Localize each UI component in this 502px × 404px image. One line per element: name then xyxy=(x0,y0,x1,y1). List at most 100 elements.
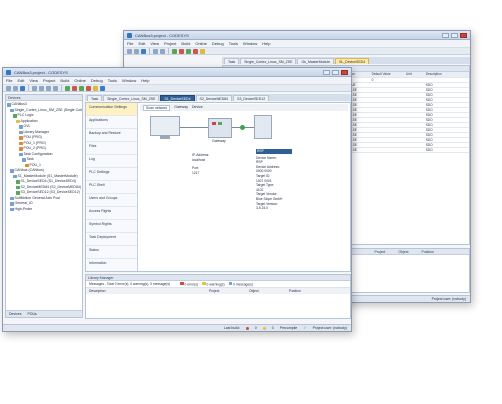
device-editor-sidebar-item[interactable]: Task Deployment xyxy=(86,233,137,246)
close-icon[interactable] xyxy=(460,32,467,38)
menu-project[interactable]: Project xyxy=(43,78,55,83)
tab-pous[interactable]: POUs xyxy=(27,311,36,317)
tree-node-icon xyxy=(19,141,23,145)
back-messages-col-position[interactable]: Position xyxy=(422,250,434,254)
device-editor-sidebar-item[interactable]: Users and Groups xyxy=(86,194,137,207)
menu-debug[interactable]: Debug xyxy=(212,41,224,46)
stop-icon[interactable] xyxy=(193,48,198,54)
save-icon[interactable] xyxy=(141,48,146,54)
device-editor-sidebar-item[interactable]: Information xyxy=(86,259,137,271)
device-editor-sidebar-item[interactable]: Log xyxy=(86,155,137,168)
login-icon[interactable] xyxy=(172,48,177,54)
new-icon[interactable] xyxy=(127,48,132,54)
build-icon[interactable] xyxy=(93,85,98,91)
device-editor-sidebar-item[interactable]: Status xyxy=(86,246,137,259)
tab-single-cortex[interactable]: Single_Cortex_Linux_SM_ZSE xyxy=(103,95,160,101)
logout-icon[interactable] xyxy=(179,48,184,54)
menu-tools[interactable]: Tools xyxy=(229,41,238,46)
message-filter-toggle[interactable]: 0 message(s) xyxy=(228,281,254,287)
menu-online[interactable]: Online xyxy=(195,41,207,46)
menu-file[interactable]: File xyxy=(127,41,133,46)
menu-build[interactable]: Build xyxy=(60,78,69,83)
tab-device-med84[interactable]: S2_DeviceMED84 xyxy=(195,95,233,101)
menu-edit[interactable]: Edit xyxy=(138,41,145,46)
tab-single-cortex[interactable]: Single_Cortex_Linux_SM_ZSE xyxy=(240,58,297,64)
menu-build[interactable]: Build xyxy=(181,41,190,46)
maximize-icon[interactable] xyxy=(451,32,458,38)
tree-node-icon xyxy=(16,191,20,195)
menu-tools[interactable]: Tools xyxy=(108,78,117,83)
gateway-menu[interactable]: Gateway xyxy=(174,104,188,111)
device-editor-sidebar-item[interactable]: Applications xyxy=(86,116,137,129)
table-cell xyxy=(405,147,425,153)
login-icon[interactable] xyxy=(65,85,70,91)
run-icon[interactable] xyxy=(186,48,191,54)
device-editor-sidebar-item[interactable]: Files xyxy=(86,142,137,155)
tab-task[interactable]: Task xyxy=(224,58,240,64)
device-menu[interactable]: Device xyxy=(192,104,203,111)
redo-icon[interactable] xyxy=(160,48,165,54)
menu-view[interactable]: View xyxy=(29,78,38,83)
maximize-icon[interactable] xyxy=(332,69,339,75)
device-editor-sidebar-item[interactable]: Communication Settings xyxy=(86,103,137,116)
copy-icon[interactable] xyxy=(53,85,58,91)
menu-file[interactable]: File xyxy=(6,78,12,83)
message-count: 0 message(s) xyxy=(233,282,254,287)
device-editor-sidebar-item[interactable]: PLC Settings xyxy=(86,168,137,181)
open-icon[interactable] xyxy=(134,48,139,54)
messages-col-object[interactable]: Object xyxy=(249,288,289,294)
warning-filter-toggle[interactable]: 0 warning(s) xyxy=(202,281,225,286)
new-icon[interactable] xyxy=(6,85,11,91)
device-editor-sidebar-item[interactable]: Symbol Rights xyxy=(86,220,137,233)
back-messages-col-project[interactable]: Project xyxy=(375,250,386,254)
error-filter-toggle[interactable]: 0 error(s) xyxy=(180,281,198,286)
device-editor-sidebar-item[interactable]: Access Rights xyxy=(86,207,137,220)
logout-icon[interactable] xyxy=(72,85,77,91)
tab-device-sed12[interactable]: S3_DeviceSED12 xyxy=(233,95,270,101)
undo-icon[interactable] xyxy=(32,85,37,91)
messages-col-project[interactable]: Project xyxy=(209,288,249,294)
open-icon[interactable] xyxy=(13,85,18,91)
tree-node-icon xyxy=(10,196,14,200)
menu-debug[interactable]: Debug xyxy=(91,78,103,83)
stop-icon[interactable] xyxy=(86,85,91,91)
device-name-value-box[interactable]: RSP xyxy=(256,149,292,154)
menu-window[interactable]: Window xyxy=(243,41,257,46)
menu-edit[interactable]: Edit xyxy=(17,78,24,83)
menu-window[interactable]: Window xyxy=(122,78,136,83)
tab-device-sed4[interactable]: SL_DeviceSED4 xyxy=(335,58,370,64)
messages-col-position[interactable]: Position xyxy=(289,288,301,294)
menu-view[interactable]: View xyxy=(150,41,159,46)
save-icon[interactable] xyxy=(20,85,25,91)
tab-devices[interactable]: Devices xyxy=(9,311,21,317)
menu-help[interactable]: Help xyxy=(262,41,270,46)
tab-task[interactable]: Task xyxy=(87,95,103,101)
run-icon[interactable] xyxy=(79,85,84,91)
device-editor-sidebar-item[interactable]: Backup and Restore xyxy=(86,129,137,142)
tree-node-icon xyxy=(10,108,14,112)
messages-col-description[interactable]: Description xyxy=(89,288,209,294)
redo-icon[interactable] xyxy=(39,85,44,91)
minimize-icon[interactable] xyxy=(323,69,330,75)
cut-icon[interactable] xyxy=(46,85,51,91)
tree-item[interactable]: High-Probe xyxy=(7,207,81,213)
scan-network-button[interactable]: Scan network xyxy=(143,105,171,111)
toolbar-separator xyxy=(149,48,150,54)
device-editor-sidebar-item[interactable]: PLC Shell xyxy=(86,181,137,194)
plc-device-icon[interactable] xyxy=(254,115,272,139)
minimize-icon[interactable] xyxy=(442,32,449,38)
debug-icon[interactable] xyxy=(100,85,105,91)
menu-project[interactable]: Project xyxy=(164,41,176,46)
close-icon[interactable] xyxy=(341,69,348,75)
menu-online[interactable]: Online xyxy=(74,78,86,83)
undo-icon[interactable] xyxy=(153,48,158,54)
gateway-device-icon[interactable] xyxy=(208,118,232,138)
gateway-info: IP-Address: localhost Port: 1217 xyxy=(192,153,209,176)
tab-device-sed4[interactable]: S1_DeviceSED4 xyxy=(160,95,195,101)
tab-master-module[interactable]: Gk_MasterModule xyxy=(297,58,335,64)
menu-help[interactable]: Help xyxy=(141,78,149,83)
build-icon[interactable] xyxy=(200,48,205,54)
tree-node-icon xyxy=(10,207,14,211)
device-tree: CANBus3 Single_Cortex_Linux_SM_ZSE (Singl… xyxy=(6,101,82,213)
back-messages-col-object[interactable]: Object xyxy=(398,250,408,254)
